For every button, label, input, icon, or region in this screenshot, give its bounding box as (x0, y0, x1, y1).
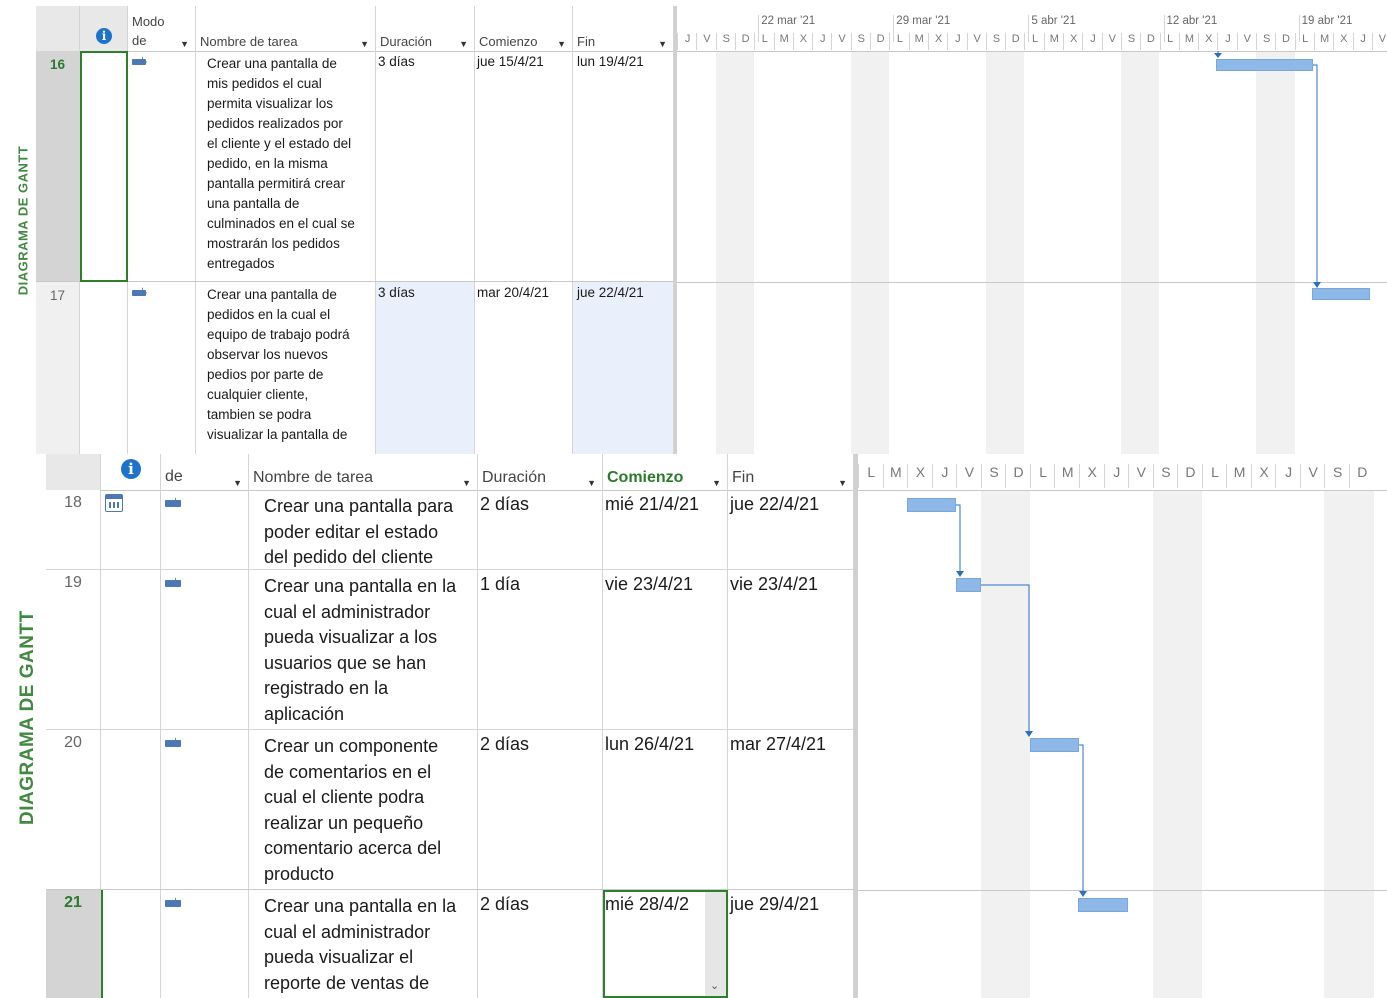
chevron-down-icon[interactable]: ▼ (557, 39, 566, 49)
chevron-down-icon[interactable]: ▼ (233, 478, 242, 488)
table-row[interactable]: 18 Crear una pantalla para poder editar … (46, 490, 854, 570)
table-row[interactable]: 20 Crear un componente de comentarios en… (46, 730, 854, 890)
start-cell[interactable]: lun 26/4/21 (603, 730, 728, 889)
info-cell[interactable] (101, 890, 161, 998)
auto-scheduled-task-icon (165, 497, 181, 508)
duration-cell[interactable]: 3 días (376, 282, 475, 454)
view-bar-label: DIAGRAMA DE GANTT (15, 145, 31, 296)
task-name-cell[interactable]: Crear una pantalla de mis pedidos el cua… (196, 51, 376, 281)
row-id[interactable]: 18 (46, 490, 101, 569)
view-bar[interactable]: DIAGRAMA DE GANTT (10, 454, 46, 998)
header-end[interactable]: Fin ▼ (728, 454, 854, 490)
end-cell[interactable]: vie 23/4/21 (728, 570, 854, 729)
row-id[interactable]: 19 (46, 570, 101, 729)
selected-cell (80, 51, 128, 282)
info-cell[interactable] (101, 490, 161, 569)
view-bar-label: DIAGRAMA DE GANTT (17, 610, 38, 825)
view-bar[interactable]: DIAGRAMA DE GANTT (10, 6, 36, 454)
task-name-cell[interactable]: Crear una pantalla de pedidos en la cual… (196, 282, 376, 454)
auto-scheduled-task-icon (132, 56, 148, 67)
end-cell[interactable]: jue 22/4/21 (573, 282, 674, 454)
header-id[interactable] (46, 454, 101, 490)
dependency-links (956, 504, 1087, 897)
info-icon: i (96, 28, 112, 44)
task-name-cell[interactable]: Crear una pantalla en la cual el adminis… (249, 570, 478, 729)
row-id[interactable]: 17 (36, 282, 80, 454)
start-cell[interactable]: mié 28/4/2 ⌄ (603, 890, 728, 998)
table-row[interactable]: 17 Crear una pantalla de pedidos en la c… (36, 282, 674, 454)
chevron-down-icon[interactable]: ▼ (459, 39, 468, 49)
header-start[interactable]: Comienzo ▼ (603, 454, 728, 490)
header-info[interactable]: i (101, 454, 161, 490)
gantt-chart[interactable]: J V S D L M X J V S D L M X J V S D L M X J V S D L M X J V S D L M X J V 22 … (677, 6, 1387, 454)
table-header: i de ▼ Nombre de tarea ▼ Duración ▼ Comi… (46, 454, 854, 491)
auto-scheduled-task-icon (132, 287, 148, 298)
chevron-down-icon[interactable]: ▼ (587, 478, 596, 488)
table-row[interactable]: 19 Crear una pantalla en la cual el admi… (46, 570, 854, 730)
auto-scheduled-task-icon (165, 577, 181, 588)
header-duration[interactable]: Duración ▼ (478, 454, 603, 490)
calendar-icon (105, 494, 123, 512)
auto-scheduled-task-icon (165, 737, 181, 748)
chevron-down-icon[interactable]: ▼ (658, 39, 667, 49)
start-cell[interactable]: jue 15/4/21 (475, 51, 573, 281)
duration-cell[interactable]: 2 días (478, 890, 603, 998)
task-name-cell[interactable]: Crear una pantalla para poder editar el … (249, 490, 478, 569)
task-name-cell[interactable]: Crear un componente de comentarios en el… (249, 730, 478, 889)
info-cell[interactable] (101, 570, 161, 729)
end-cell[interactable]: jue 22/4/21 (728, 490, 854, 569)
chevron-down-icon[interactable]: ▼ (360, 39, 369, 49)
start-cell[interactable]: mar 20/4/21 (475, 282, 573, 454)
row-id[interactable]: 16 (36, 51, 80, 281)
cell-scrollbar[interactable]: ⌄ (705, 892, 726, 996)
bottom-gantt-view: DIAGRAMA DE GANTT i de ▼ Nombre de tarea… (10, 454, 1387, 998)
chevron-down-icon[interactable]: ▼ (838, 478, 847, 488)
duration-cell[interactable]: 3 días (376, 51, 475, 281)
header-info[interactable]: i (80, 6, 128, 51)
duration-cell[interactable]: 2 días (478, 490, 603, 569)
table-header: i Modo de ▼ Nombre de tarea ▼ Duración ▼… (36, 6, 674, 52)
header-task-name[interactable]: Nombre de tarea ▼ (249, 454, 478, 490)
auto-scheduled-task-icon (165, 897, 181, 908)
start-cell[interactable]: vie 23/4/21 (603, 570, 728, 729)
row-id[interactable]: 21 (46, 890, 101, 998)
chevron-down-icon[interactable]: ▼ (712, 478, 721, 488)
mode-cell[interactable] (161, 890, 249, 998)
header-end[interactable]: Fin ▼ (573, 6, 674, 51)
header-id[interactable] (36, 6, 80, 51)
row-id[interactable]: 20 (46, 730, 101, 889)
info-icon: i (121, 459, 141, 479)
dependency-links (1214, 51, 1321, 288)
duration-cell[interactable]: 1 día (478, 570, 603, 729)
chevron-down-icon[interactable]: ⌄ (710, 979, 719, 992)
gantt-chart[interactable]: LMXJVSDLMXJVSDLMXJVSD (858, 454, 1387, 998)
mode-cell[interactable] (128, 282, 196, 454)
chevron-down-icon[interactable]: ▼ (462, 478, 471, 488)
end-cell[interactable]: lun 19/4/21 (573, 51, 674, 281)
table-row[interactable]: 21 Crear una pantalla en la cual el admi… (46, 890, 854, 998)
start-cell[interactable]: mié 21/4/21 (603, 490, 728, 569)
chevron-down-icon[interactable]: ▼ (180, 39, 189, 49)
duration-cell[interactable]: 2 días (478, 730, 603, 889)
end-cell[interactable]: mar 27/4/21 (728, 730, 854, 889)
header-task-name[interactable]: Nombre de tarea ▼ (196, 6, 376, 51)
mode-cell[interactable] (128, 51, 196, 281)
header-duration[interactable]: Duración ▼ (376, 6, 475, 51)
info-cell[interactable] (101, 730, 161, 889)
header-start[interactable]: Comienzo ▼ (475, 6, 573, 51)
header-mode[interactable]: Modo de ▼ (128, 6, 196, 51)
header-mode[interactable]: de ▼ (161, 454, 249, 490)
mode-cell[interactable] (161, 570, 249, 729)
mode-cell[interactable] (161, 490, 249, 569)
top-gantt-view: DIAGRAMA DE GANTT i Modo de ▼ Nombre de … (10, 6, 1387, 454)
end-cell[interactable]: jue 29/4/21 (728, 890, 854, 998)
info-cell[interactable] (80, 282, 128, 454)
table-row[interactable]: 16 Crear una pantalla de mis pedidos el … (36, 51, 674, 282)
mode-cell[interactable] (161, 730, 249, 889)
task-name-cell[interactable]: Crear una pantalla en la cual el adminis… (249, 890, 478, 998)
